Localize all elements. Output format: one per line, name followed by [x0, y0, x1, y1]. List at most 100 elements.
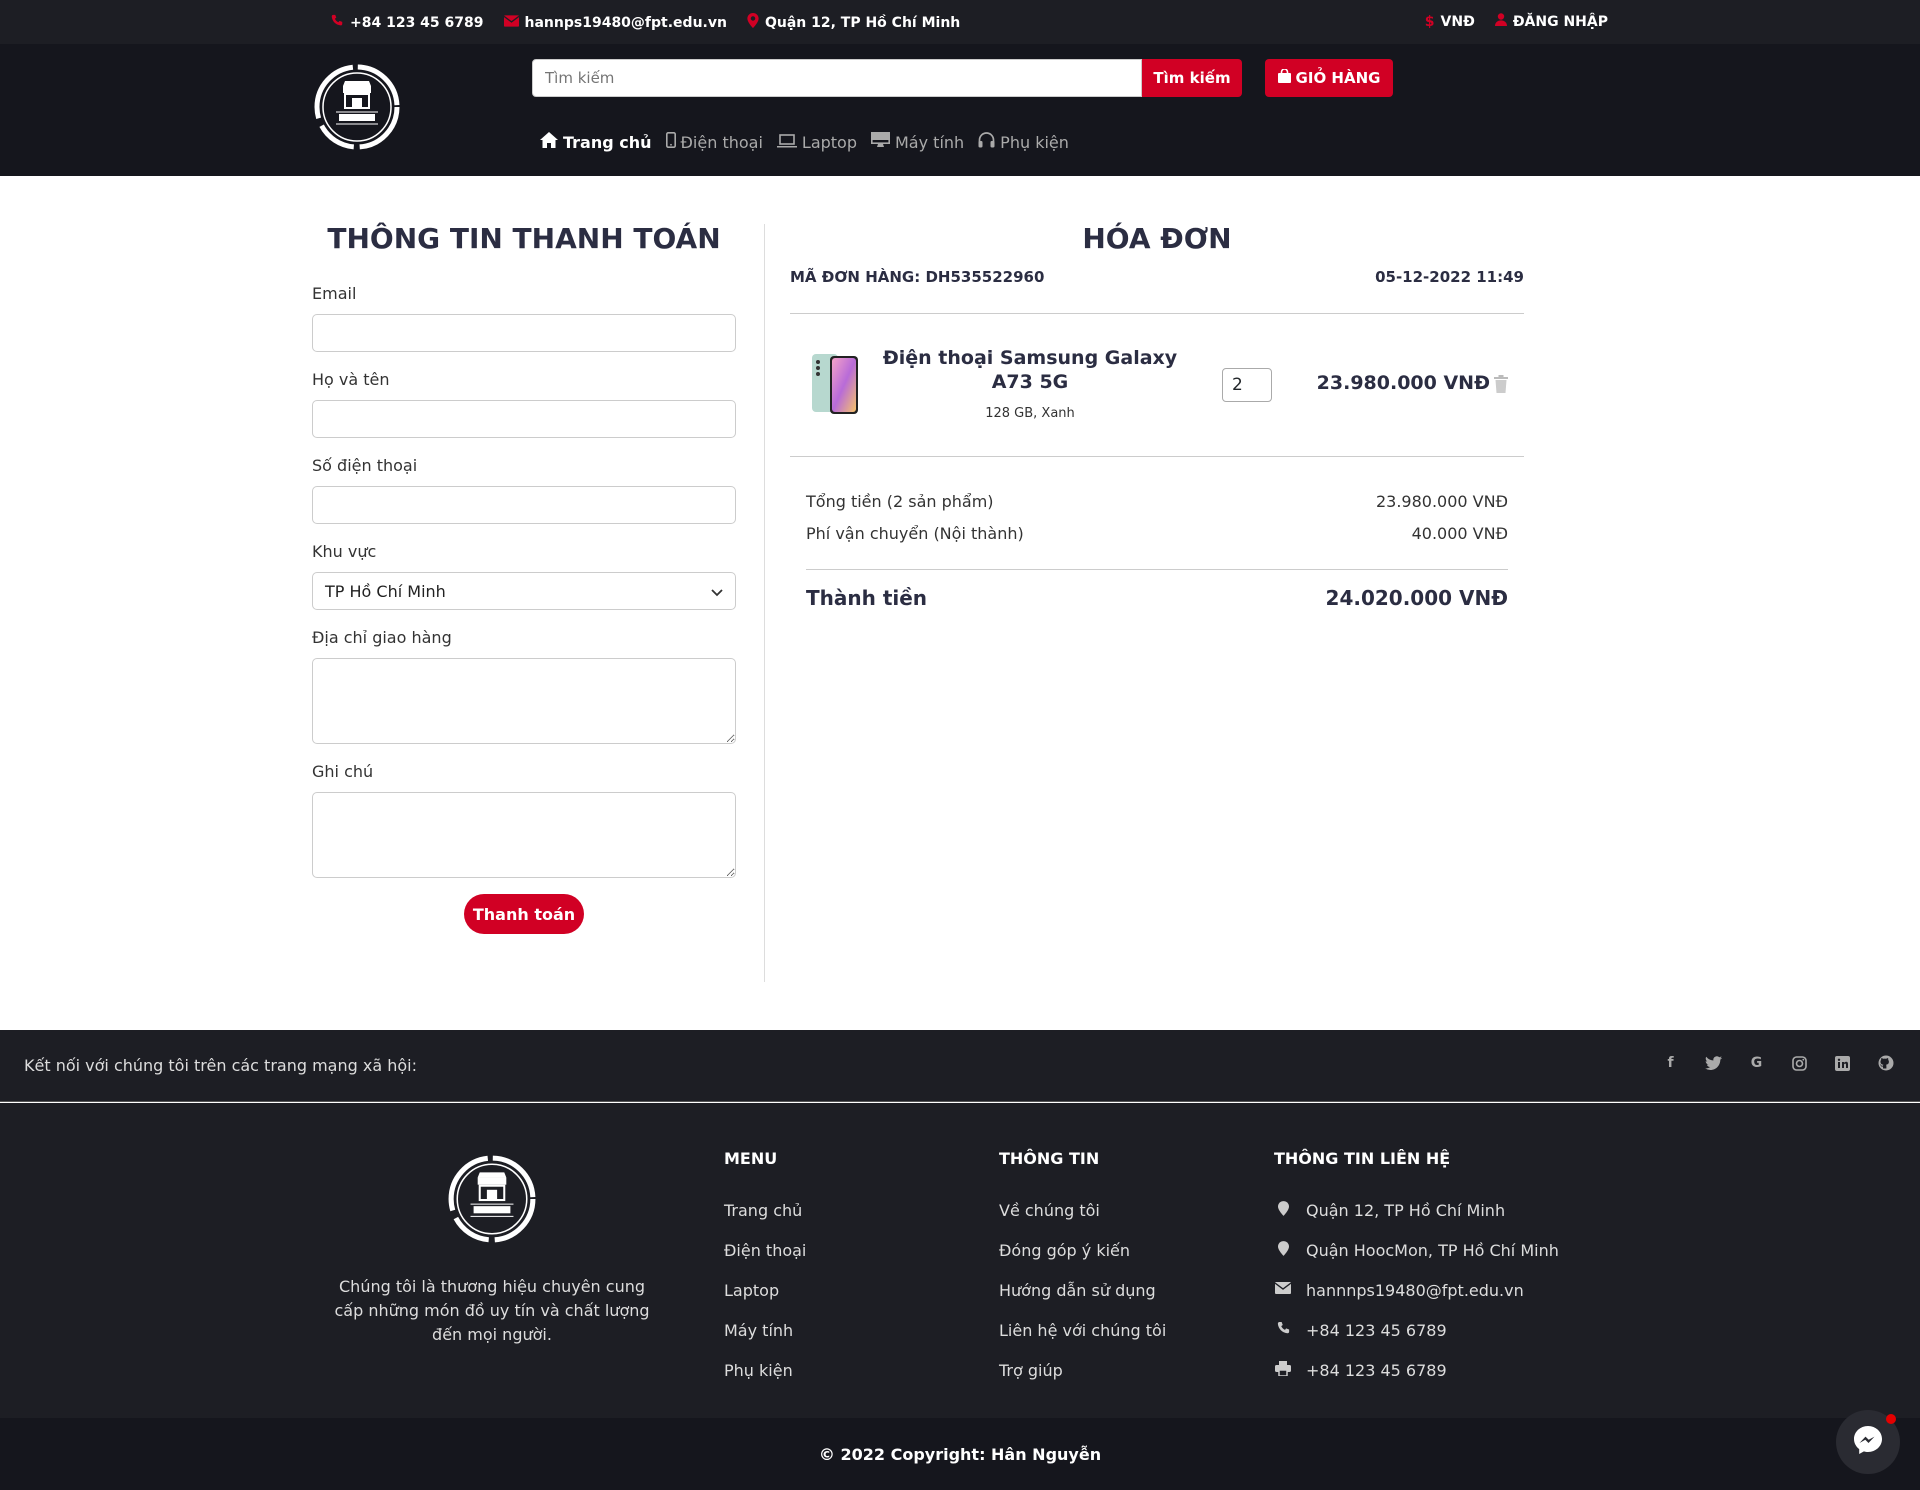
login-link[interactable]: ĐĂNG NHẬP	[1494, 13, 1608, 30]
name-field[interactable]	[312, 400, 736, 438]
region-label: Khu vực	[312, 542, 377, 561]
footer-link[interactable]: Liên hệ với chúng tôi	[999, 1310, 1166, 1350]
footer-link[interactable]: Trợ giúp	[999, 1350, 1166, 1390]
product-variant: 128 GB, Xanh	[985, 406, 1075, 421]
nav-label: Điện thoại	[680, 132, 763, 152]
cart-button[interactable]: GIỎ HÀNG	[1265, 59, 1393, 97]
chevron-down-icon	[711, 582, 723, 601]
footer-link[interactable]: Hướng dẫn sử dụng	[999, 1270, 1166, 1310]
footer-info: THÔNG TIN Về chúng tôi Đóng góp ý kiến H…	[999, 1149, 1166, 1390]
instagram-icon[interactable]	[1791, 1054, 1808, 1072]
shipping-label: Phí vận chuyển (Nội thành)	[806, 524, 1024, 543]
nav-label: Trang chủ	[563, 132, 652, 152]
home-icon	[540, 132, 558, 152]
total-value: 24.020.000 VNĐ	[1325, 586, 1508, 610]
map-pin-icon	[747, 13, 759, 32]
footer-link[interactable]: Máy tính	[724, 1310, 806, 1350]
invoice-title: HÓA ĐƠN	[1082, 222, 1232, 255]
region-select[interactable]: TP Hồ Chí Minh	[312, 572, 736, 610]
social-text: Kết nối với chúng tôi trên các trang mạn…	[24, 1056, 417, 1075]
email-label: Email	[312, 284, 357, 303]
footer-contact-title: THÔNG TIN LIÊN HỆ	[1274, 1149, 1451, 1168]
footer-link[interactable]: Đóng góp ý kiến	[999, 1230, 1166, 1270]
contact-item[interactable]: hannnps19480@fpt.edu.vn	[1274, 1270, 1559, 1310]
shopping-bag-icon	[1277, 68, 1291, 87]
order-meta: MÃ ĐƠN HÀNG: DH535522960 05-12-2022 11:4…	[790, 268, 1524, 286]
social-bar: Kết nối với chúng tôi trên các trang mạn…	[0, 1030, 1920, 1102]
laptop-icon	[776, 133, 797, 152]
footer-description: Chúng tôi là thương hiệu chuyên cung cấp…	[334, 1277, 650, 1344]
currency-label: VNĐ	[1440, 13, 1475, 30]
footer-info-title: THÔNG TIN	[999, 1149, 1100, 1168]
total-row: Thành tiền 24.020.000 VNĐ	[806, 586, 1508, 610]
nav-item-laptops[interactable]: Laptop	[776, 132, 857, 152]
copyright-bar: © 2022 Copyright: Hân Nguyễn	[0, 1418, 1920, 1490]
linkedin-icon[interactable]	[1834, 1054, 1851, 1072]
note-field[interactable]	[312, 792, 736, 878]
footer-link[interactable]: Điện thoại	[724, 1230, 806, 1270]
messenger-chat-button[interactable]	[1836, 1410, 1900, 1474]
contact-text: Quận HoocMon, TP Hồ Chí Minh	[1306, 1240, 1559, 1260]
topbar-email-text: hannps19480@fpt.edu.vn	[524, 14, 727, 31]
topbar-phone[interactable]: +84 123 45 6789	[330, 14, 484, 32]
contact-text: +84 123 45 6789	[1306, 1320, 1447, 1340]
trash-icon[interactable]	[1494, 375, 1510, 395]
nav-item-phones[interactable]: Điện thoại	[665, 132, 763, 152]
footer-menu: MENU Trang chủ Điện thoại Laptop Máy tín…	[724, 1149, 806, 1390]
nav-item-accessories[interactable]: Phụ kiện	[978, 132, 1069, 152]
order-date: 05-12-2022 11:49	[1375, 268, 1524, 286]
divider	[806, 569, 1508, 570]
product-image[interactable]	[810, 352, 862, 416]
address-field[interactable]	[312, 658, 736, 744]
cart-button-label: GIỎ HÀNG	[1295, 69, 1381, 87]
subtotal-row: Tổng tiền (2 sản phẩm) 23.980.000 VNĐ	[806, 492, 1508, 511]
email-field[interactable]	[312, 314, 736, 352]
github-icon[interactable]	[1877, 1054, 1894, 1072]
subtotal-value: 23.980.000 VNĐ	[1375, 492, 1508, 511]
envelope-icon	[503, 14, 519, 31]
contact-item: Quận HoocMon, TP Hồ Chí Minh	[1274, 1230, 1559, 1270]
footer-link[interactable]: Trang chủ	[724, 1190, 806, 1230]
contact-item[interactable]: +84 123 45 6789	[1274, 1310, 1559, 1350]
currency-selector[interactable]: $ VNĐ	[1425, 14, 1475, 30]
subtotal-label: Tổng tiền (2 sản phẩm)	[806, 492, 994, 511]
footer-logo[interactable]	[446, 1153, 538, 1245]
topbar-email[interactable]: hannps19480@fpt.edu.vn	[503, 14, 727, 31]
social-icons: f G	[1662, 1054, 1894, 1072]
main-nav: Trang chủ Điện thoại Laptop Máy tính Phụ…	[540, 132, 1069, 152]
contact-item: +84 123 45 6789	[1274, 1350, 1559, 1390]
nav-item-home[interactable]: Trang chủ	[540, 132, 652, 152]
user-icon	[1494, 13, 1507, 30]
divider	[790, 456, 1524, 457]
quantity-input[interactable]: 2	[1222, 368, 1272, 402]
nav-label: Máy tính	[895, 132, 965, 152]
order-code: MÃ ĐƠN HÀNG: DH535522960	[790, 268, 1045, 286]
headphones-icon	[978, 132, 995, 152]
product-name[interactable]: Điện thoại Samsung Galaxy A73 5G	[880, 346, 1180, 394]
login-label: ĐĂNG NHẬP	[1512, 13, 1608, 30]
address-label: Địa chỉ giao hàng	[312, 628, 452, 647]
search-input[interactable]	[532, 59, 1142, 97]
name-label: Họ và tên	[312, 370, 390, 389]
header: Tìm kiếm GIỎ HÀNG Trang chủ Điện thoại L…	[0, 44, 1920, 176]
topbar-address[interactable]: Quận 12, TP Hồ Chí Minh	[747, 13, 960, 32]
footer-link[interactable]: Phụ kiện	[724, 1350, 806, 1390]
phone-field[interactable]	[312, 486, 736, 524]
nav-label: Phụ kiện	[1000, 132, 1069, 152]
google-icon[interactable]: G	[1748, 1054, 1765, 1072]
billing-title: THÔNG TIN THANH TOÁN	[327, 222, 721, 255]
shipping-row: Phí vận chuyển (Nội thành) 40.000 VNĐ	[806, 524, 1508, 543]
top-bar: +84 123 45 6789 hannps19480@fpt.edu.vn Q…	[0, 0, 1920, 44]
checkout-button[interactable]: Thanh toán	[464, 894, 584, 934]
search-button[interactable]: Tìm kiếm	[1142, 59, 1242, 97]
map-pin-icon	[1274, 1200, 1292, 1220]
footer-contact: THÔNG TIN LIÊN HỆ Quận 12, TP Hồ Chí Min…	[1274, 1149, 1559, 1390]
twitter-icon[interactable]	[1705, 1054, 1722, 1072]
topbar-phone-text: +84 123 45 6789	[350, 14, 484, 31]
nav-item-desktops[interactable]: Máy tính	[871, 132, 964, 152]
facebook-icon[interactable]: f	[1662, 1054, 1679, 1072]
footer-link[interactable]: Laptop	[724, 1270, 806, 1310]
site-logo[interactable]	[312, 62, 402, 152]
footer-link[interactable]: Về chúng tôi	[999, 1190, 1166, 1230]
contact-text: hannnps19480@fpt.edu.vn	[1306, 1280, 1524, 1300]
